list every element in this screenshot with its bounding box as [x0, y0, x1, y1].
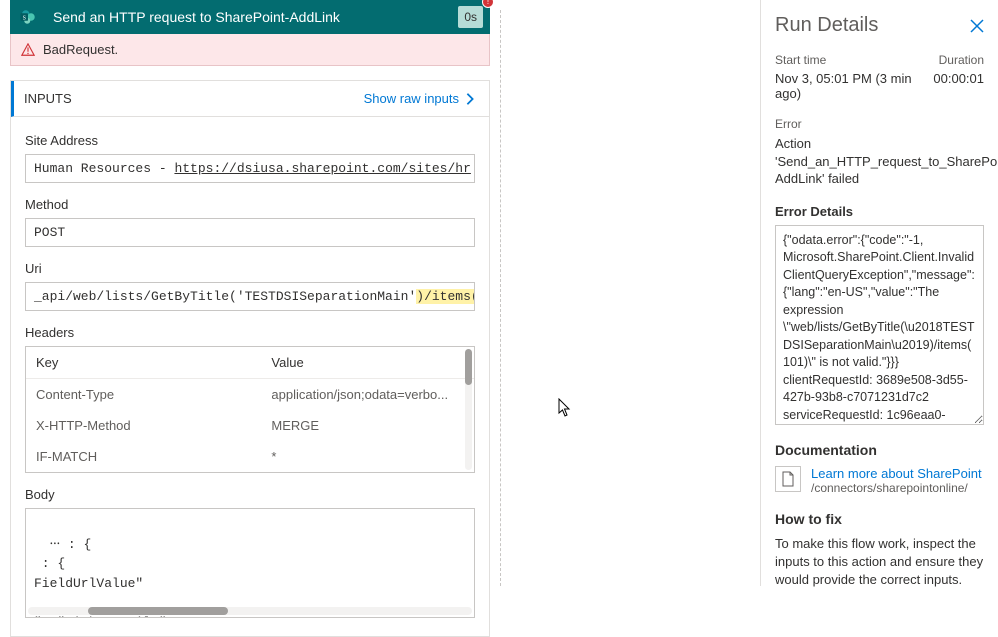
- run-details-title: Run Details: [775, 14, 878, 37]
- error-banner: BadRequest.: [10, 34, 490, 66]
- error-label: Error: [775, 117, 984, 131]
- body-line: ⸱⸱⸱ : {: [34, 537, 91, 552]
- body-line: ": "Link to File",: [34, 615, 174, 619]
- close-icon[interactable]: [970, 19, 984, 33]
- chevron-right-icon: [463, 92, 477, 106]
- duration-label: Duration: [939, 53, 984, 67]
- uri-label: Uri: [25, 261, 475, 276]
- body-line: FieldUrlValue": [34, 576, 143, 591]
- method-value[interactable]: POST: [25, 218, 475, 247]
- scrollbar-thumb[interactable]: [88, 607, 228, 615]
- inputs-card-header: INPUTS Show raw inputs: [11, 81, 489, 117]
- error-details-label: Error Details: [775, 204, 984, 219]
- panel-divider: [500, 10, 502, 586]
- site-address-value[interactable]: Human Resources - https://dsiusa.sharepo…: [25, 154, 475, 183]
- how-to-fix-body: To make this flow work, inspect the inpu…: [775, 535, 984, 590]
- documentation-heading: Documentation: [775, 442, 984, 458]
- header-key: Content-Type: [36, 387, 271, 402]
- headers-label: Headers: [25, 325, 475, 340]
- header-value: MERGE: [271, 418, 464, 433]
- horizontal-scrollbar[interactable]: [28, 607, 472, 615]
- sharepoint-icon: S: [11, 0, 45, 34]
- uri-highlighted: )/items(101): [416, 289, 475, 304]
- inputs-card: INPUTS Show raw inputs Site Address Huma…: [10, 80, 490, 637]
- uri-prefix: _api/web/lists/GetByTitle('TESTDSISepara…: [34, 289, 416, 304]
- error-details-textarea[interactable]: [775, 225, 984, 425]
- how-to-fix-heading: How to fix: [775, 511, 984, 527]
- site-address-label: Site Address: [25, 133, 475, 148]
- start-time-label: Start time: [775, 53, 826, 67]
- table-row: IF-MATCH *: [26, 441, 474, 472]
- error-indicator-icon: !: [482, 0, 494, 8]
- document-icon: [775, 466, 801, 492]
- table-row: Content-Type application/json;odata=verb…: [26, 379, 474, 410]
- headers-table-head: Key Value: [26, 347, 474, 379]
- scrollbar-thumb[interactable]: [465, 349, 472, 385]
- headers-value-col: Value: [271, 355, 464, 370]
- duration-value: 00:00:01: [933, 71, 984, 101]
- header-value: application/json;odata=verbo...: [271, 387, 464, 402]
- vertical-scrollbar[interactable]: [465, 349, 472, 470]
- warning-icon: [21, 43, 35, 57]
- error-banner-text: BadRequest.: [43, 42, 118, 57]
- svg-text:S: S: [23, 15, 26, 21]
- header-key: X-HTTP-Method: [36, 418, 271, 433]
- documentation-link[interactable]: Learn more about SharePoint: [811, 466, 982, 481]
- method-label: Method: [25, 197, 475, 212]
- inputs-title: INPUTS: [24, 91, 72, 106]
- error-value: Action 'Send_an_HTTP_request_to_SharePoi…: [775, 135, 984, 188]
- headers-key-col: Key: [36, 355, 271, 370]
- mouse-cursor-icon: [558, 398, 572, 418]
- show-raw-inputs-link[interactable]: Show raw inputs: [364, 91, 477, 106]
- action-header[interactable]: S Send an HTTP request to SharePoint-Add…: [10, 0, 490, 34]
- inputs-card-body: Site Address Human Resources - https://d…: [11, 117, 489, 636]
- action-duration-badge: 0s: [458, 6, 483, 28]
- header-key: IF-MATCH: [36, 449, 271, 464]
- action-title: Send an HTTP request to SharePoint-AddLi…: [45, 9, 458, 25]
- show-raw-inputs-label: Show raw inputs: [364, 91, 459, 106]
- body-line: : {: [34, 556, 65, 571]
- documentation-link-row[interactable]: Learn more about SharePoint /connectors/…: [775, 466, 984, 495]
- run-details-panel: Run Details Start time Duration Nov 3, 0…: [760, 0, 998, 586]
- headers-table: Key Value Content-Type application/json;…: [25, 346, 475, 473]
- uri-value[interactable]: _api/web/lists/GetByTitle('TESTDSISepara…: [25, 282, 475, 311]
- table-row: X-HTTP-Method MERGE: [26, 410, 474, 441]
- documentation-path: /connectors/sharepointonline/: [811, 481, 982, 495]
- body-label: Body: [25, 487, 475, 502]
- action-panel: S Send an HTTP request to SharePoint-Add…: [10, 0, 490, 586]
- site-address-url: https://dsiusa.sharepoint.com/sites/hr: [174, 161, 470, 176]
- site-address-prefix: Human Resources -: [34, 161, 174, 176]
- start-time-value: Nov 3, 05:01 PM (3 min ago): [775, 71, 933, 101]
- body-value[interactable]: ⸱⸱⸱ : { : { FieldUrlValue" ": "Link to F…: [25, 508, 475, 618]
- header-value: *: [271, 449, 464, 464]
